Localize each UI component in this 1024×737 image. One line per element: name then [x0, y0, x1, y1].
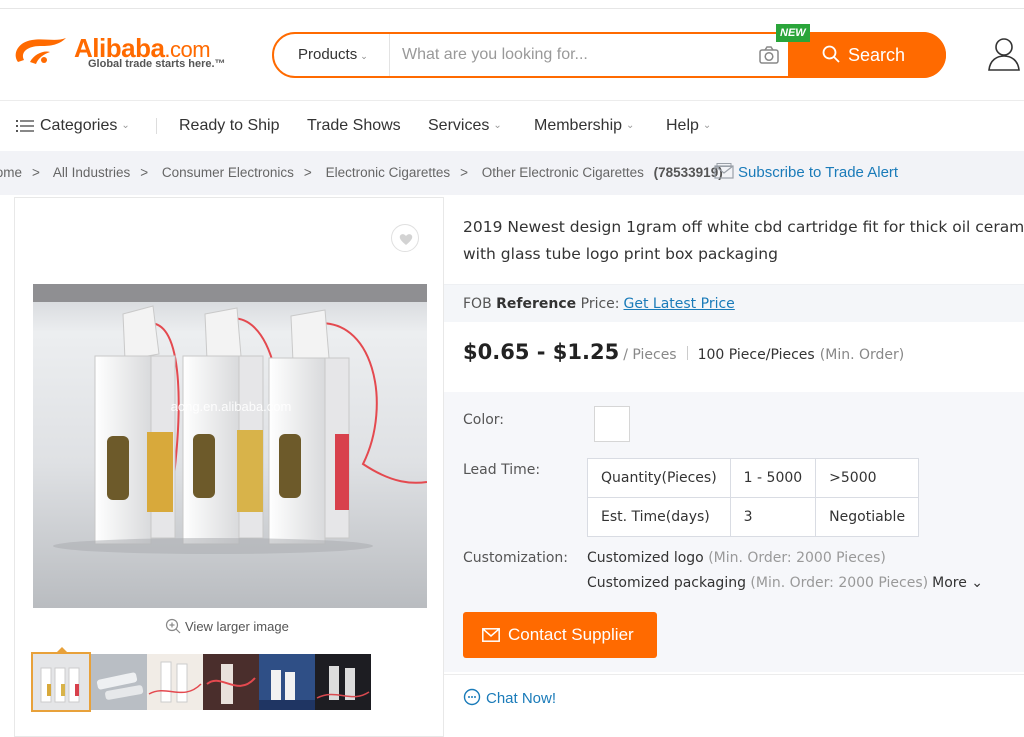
breadcrumb-link[interactable]: Electronic Cigarettes [326, 165, 451, 180]
get-latest-price-link[interactable]: Get Latest Price [624, 296, 735, 312]
thumbnail[interactable] [91, 654, 147, 710]
product-main-image[interactable]: aong.en.alibaba.com [33, 284, 427, 608]
search-input[interactable] [392, 36, 752, 74]
thumbnail[interactable] [203, 654, 259, 710]
favorite-button[interactable] [391, 224, 419, 252]
min-order-note: (Min. Order) [819, 347, 905, 363]
table-cell: Est. Time(days) [587, 497, 731, 537]
table-row: Quantity(Pieces) 1 - 5000 >5000 [587, 458, 920, 498]
breadcrumb: Home> All Industries> Consumer Electroni… [0, 151, 723, 195]
product-title: 2019 Newest design 1gram off white cbd c… [463, 218, 1024, 263]
contact-supplier-button[interactable]: Contact Supplier [463, 612, 657, 658]
nav-services[interactable]: Services ⌄ [428, 101, 502, 151]
nav-ready-to-ship[interactable]: Ready to Ship [179, 101, 280, 151]
alibaba-logo[interactable]: Alibaba.com Global trade starts here.™ [10, 30, 230, 74]
price-range: $0.65 - $1.25 [463, 340, 620, 364]
heart-icon [399, 234, 413, 245]
table-cell: 3 [729, 497, 817, 537]
chat-now-link[interactable]: Chat Now! [463, 688, 556, 707]
chevron-down-icon: ⌄ [493, 120, 502, 131]
chevron-down-icon: ⌄ [626, 120, 635, 131]
breadcrumb-link[interactable]: Consumer Electronics [162, 165, 294, 180]
subscribe-trade-alert-link[interactable]: Subscribe to Trade Alert [714, 151, 898, 195]
product-gallery: aong.en.alibaba.com View larger image [14, 197, 444, 737]
breadcrumb-link[interactable]: All Industries [53, 165, 130, 180]
thumbnail-strip [31, 647, 371, 712]
section-divider [444, 674, 1024, 675]
nav-separator [156, 118, 157, 134]
image-watermark: aong.en.alibaba.com [171, 399, 292, 414]
breadcrumb-bar: Home> All Industries> Consumer Electroni… [0, 151, 1024, 195]
fob-price-label: FOB Reference Price: Get Latest Price [463, 296, 735, 312]
search-button[interactable]: Search [788, 32, 946, 78]
price-unit: / Pieces [623, 347, 677, 363]
chevron-down-icon: ⌄ [971, 575, 984, 591]
search-icon [822, 45, 840, 63]
view-larger-image-link[interactable]: View larger image [165, 618, 289, 634]
product-details-panel: Color: Lead Time: Quantity(Pieces) 1 - 5… [444, 392, 1024, 672]
color-label: Color: [463, 412, 505, 428]
search-category-dropdown[interactable]: Products ⌄ [274, 34, 390, 76]
top-border [0, 8, 1024, 9]
chevron-down-icon: ⌄ [121, 120, 130, 131]
thumbnail[interactable] [259, 654, 315, 710]
fob-price-bar: FOB Reference Price: Get Latest Price [444, 284, 1024, 322]
table-cell: Negotiable [815, 497, 920, 537]
envelope-icon [482, 628, 500, 642]
nav-categories[interactable]: Categories ⌄ [16, 101, 130, 151]
active-thumb-indicator [56, 647, 68, 653]
table-cell: 1 - 5000 [729, 458, 817, 498]
nav-membership[interactable]: Membership ⌄ [534, 101, 634, 151]
price-separator [686, 346, 688, 360]
breadcrumb-link[interactable]: Other Electronic Cigarettes [482, 165, 644, 180]
search-bar: Products⌄ Search [272, 32, 946, 78]
nav-help[interactable]: Help ⌄ [666, 101, 711, 151]
main-nav: Categories ⌄ Ready to Ship Trade Shows Se… [0, 101, 1024, 151]
customization-packaging: Customized packaging (Min. Order: 2000 P… [587, 575, 984, 591]
thumbnail[interactable] [315, 654, 371, 710]
alibaba-smile-icon [15, 38, 66, 64]
zoom-in-icon [165, 618, 181, 634]
user-icon[interactable] [986, 36, 1022, 72]
table-cell: >5000 [815, 458, 920, 498]
search-button-label: Search [848, 45, 906, 65]
lead-time-table: Quantity(Pieces) 1 - 5000 >5000 Est. Tim… [587, 458, 920, 537]
nav-trade-shows[interactable]: Trade Shows [307, 101, 401, 151]
price-row: $0.65 - $1.25/ Pieces 100 Piece/Pieces (M… [463, 340, 904, 376]
lead-time-label: Lead Time: [463, 462, 541, 478]
chevron-down-icon: ⌄ [702, 120, 712, 131]
thumbnail[interactable] [31, 652, 91, 712]
logo-tagline: Global trade starts here.™ [88, 58, 226, 70]
color-swatch-white[interactable] [594, 406, 630, 442]
table-cell: Quantity(Pieces) [587, 458, 731, 498]
menu-icon [16, 120, 34, 132]
breadcrumb-link[interactable]: Home [0, 165, 22, 180]
mail-icon [714, 163, 734, 179]
customization-label: Customization: [463, 550, 568, 566]
camera-icon[interactable] [758, 45, 780, 65]
more-link[interactable]: More ⌄ [932, 575, 983, 591]
new-badge: NEW [776, 24, 810, 42]
product-count: (78533919) [653, 165, 723, 180]
chat-icon [463, 688, 481, 706]
chevron-down-icon: ⌄ [360, 51, 368, 61]
min-order-quantity: 100 Piece/Pieces [697, 347, 815, 363]
table-row: Est. Time(days) 3 Negotiable [587, 497, 920, 537]
thumbnail[interactable] [147, 654, 203, 710]
customization-logo: Customized logo (Min. Order: 2000 Pieces… [587, 550, 886, 566]
